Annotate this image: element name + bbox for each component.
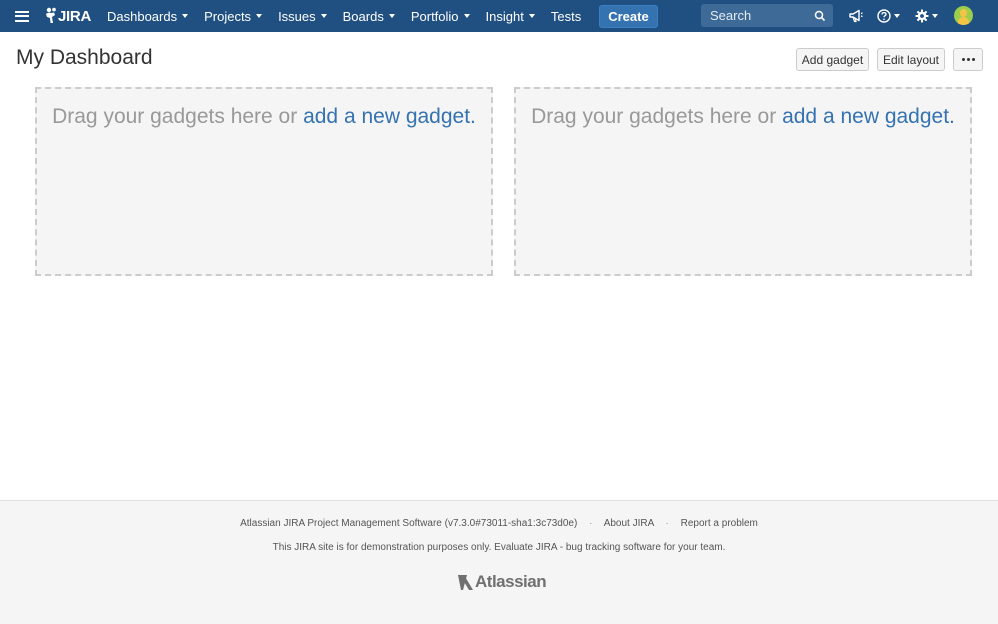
announcement-icon — [849, 9, 863, 23]
atlassian-logo[interactable]: Atlassian — [455, 572, 547, 592]
jira-logo[interactable]: JIRA — [44, 0, 99, 32]
nav-insight[interactable]: Insight — [478, 0, 543, 32]
nav-projects-label: Projects — [204, 8, 252, 24]
footer-notice: This JIRA site is for demonstration purp… — [272, 542, 726, 553]
app-switcher-button[interactable] — [0, 0, 44, 32]
more-actions-button[interactable] — [953, 48, 983, 71]
nav-portfolio[interactable]: Portfolio — [403, 0, 478, 32]
search-box — [701, 4, 833, 27]
search-input[interactable] — [708, 7, 812, 24]
settings-icon — [915, 9, 929, 23]
atlassian-logo-text: Atlassian — [475, 572, 547, 591]
chevron-down-icon — [320, 14, 327, 18]
drop-hint-text: Drag your gadgets here or — [531, 105, 777, 128]
help-icon — [877, 9, 891, 23]
help-menu-button[interactable] — [877, 7, 900, 25]
nav-insight-label: Insight — [485, 8, 524, 24]
nav-issues[interactable]: Issues — [270, 0, 335, 32]
nav-issues-label: Issues — [278, 8, 316, 24]
add-gadget-button[interactable]: Add gadget — [796, 48, 869, 71]
edit-layout-button[interactable]: Edit layout — [877, 48, 945, 71]
chevron-down-icon — [932, 14, 938, 18]
menu-icon — [15, 10, 29, 22]
drop-hint-text: Drag your gadgets here or — [52, 105, 298, 128]
chevron-down-icon — [528, 14, 535, 18]
announcement-button[interactable] — [849, 7, 863, 25]
chevron-down-icon — [894, 14, 900, 18]
add-new-gadget-link[interactable]: add a new gadget. — [303, 105, 476, 128]
settings-menu-button[interactable] — [915, 7, 938, 25]
add-new-gadget-link[interactable]: add a new gadget. — [782, 105, 955, 128]
footer-separator: · — [589, 518, 593, 529]
drop-hint: Drag your gadgets here or add a new gadg… — [516, 105, 970, 129]
jira-logo-text: JIRA — [58, 7, 91, 25]
chevron-down-icon — [388, 14, 395, 18]
chevron-down-icon — [463, 14, 470, 18]
nav-dashboards-label: Dashboards — [106, 8, 178, 24]
search-icon[interactable] — [814, 10, 826, 22]
nav-boards[interactable]: Boards — [335, 0, 403, 32]
user-avatar[interactable] — [954, 6, 973, 25]
jira-logo-icon — [46, 7, 56, 23]
gadget-drop-zone-right[interactable]: Drag your gadgets here or add a new gadg… — [514, 87, 972, 276]
nav-tests[interactable]: Tests — [543, 0, 589, 32]
create-button[interactable]: Create — [599, 4, 658, 28]
nav-dashboards[interactable]: Dashboards — [99, 0, 196, 32]
footer: Atlassian JIRA Project Management Softwa… — [0, 500, 998, 624]
ellipsis-icon — [961, 58, 975, 61]
footer-links: Atlassian JIRA Project Management Softwa… — [0, 518, 998, 529]
nav-tests-label: Tests — [550, 8, 582, 24]
drop-hint: Drag your gadgets here or add a new gadg… — [37, 105, 491, 129]
gadget-drop-zone-left[interactable]: Drag your gadgets here or add a new gadg… — [35, 87, 493, 276]
nav-boards-label: Boards — [342, 8, 384, 24]
software-version-link[interactable]: Atlassian JIRA Project Management Softwa… — [240, 518, 577, 529]
chevron-down-icon — [182, 14, 189, 18]
report-problem-link[interactable]: Report a problem — [681, 518, 758, 529]
nav-portfolio-label: Portfolio — [410, 8, 459, 24]
atlassian-logo-icon — [458, 575, 473, 590]
about-jira-link[interactable]: About JIRA — [604, 518, 654, 529]
nav-projects[interactable]: Projects — [196, 0, 270, 32]
chevron-down-icon — [256, 14, 263, 18]
footer-separator: · — [665, 518, 669, 529]
page-title: My Dashboard — [16, 46, 153, 69]
